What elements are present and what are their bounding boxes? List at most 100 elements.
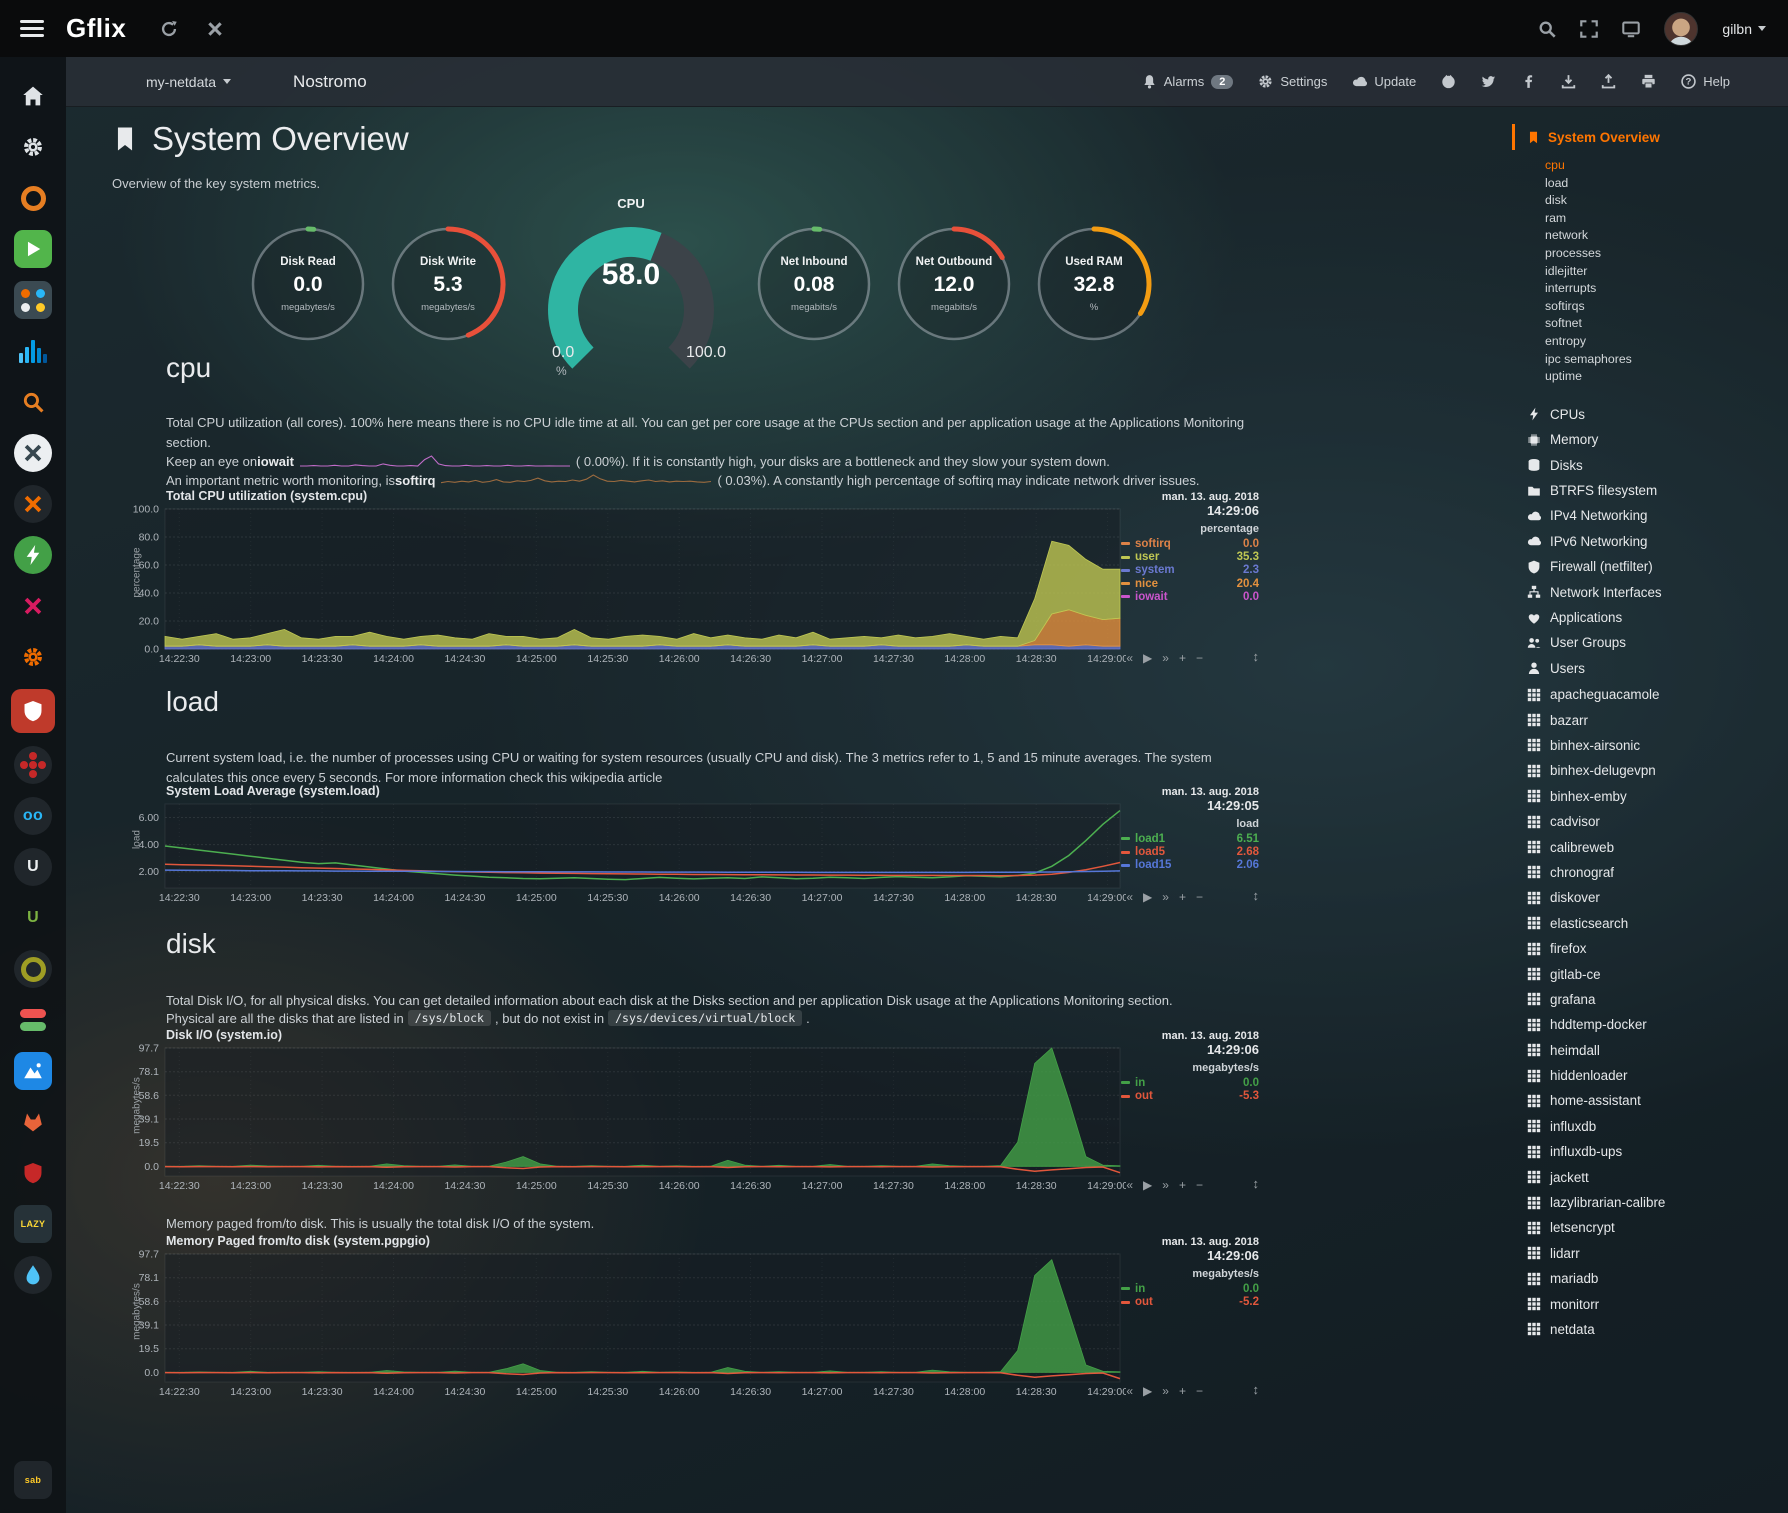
chart-skip-forward-button[interactable]: »: [1162, 651, 1169, 665]
menu-user-groups[interactable]: User Groups: [1512, 630, 1784, 655]
home-icon[interactable]: [14, 77, 52, 115]
menu-ipv4-networking[interactable]: IPv4 Networking: [1512, 503, 1784, 528]
app-icon-gitlab-fox[interactable]: [14, 1103, 52, 1141]
menu-lazylibrarian-calibre[interactable]: lazylibrarian-calibre: [1512, 1190, 1784, 1215]
menu-monitorr[interactable]: monitorr: [1512, 1291, 1784, 1316]
github-icon[interactable]: [1441, 74, 1456, 89]
chart-resize-handle[interactable]: ↕: [1253, 1176, 1260, 1191]
settings-gear-icon[interactable]: [14, 128, 52, 166]
chart-play-button[interactable]: ▶: [1143, 1178, 1152, 1192]
settings-button[interactable]: Settings: [1258, 74, 1327, 89]
menu-letsencrypt[interactable]: letsencrypt: [1512, 1215, 1784, 1240]
alarms-button[interactable]: Alarms 2: [1142, 74, 1234, 89]
menu-sub-uptime[interactable]: uptime: [1545, 368, 1784, 386]
menu-sub-load[interactable]: load: [1545, 175, 1784, 193]
menu-diskover[interactable]: diskover: [1512, 885, 1784, 910]
chart-skip-forward-button[interactable]: »: [1162, 890, 1169, 904]
menu-sub-entropy[interactable]: entropy: [1545, 333, 1784, 351]
app-icon-flower[interactable]: [14, 746, 52, 784]
menu-binhex-emby[interactable]: binhex-emby: [1512, 784, 1784, 809]
menu-grafana[interactable]: grafana: [1512, 987, 1784, 1012]
help-button[interactable]: Help: [1681, 74, 1730, 89]
menu-bazarr[interactable]: bazarr: [1512, 707, 1784, 732]
user-menu[interactable]: gilbn: [1722, 21, 1766, 37]
app-icon-ring-orange[interactable]: [14, 179, 52, 217]
chart-canvas[interactable]: 2.004.006.0014:22:3014:23:0014:23:3014:2…: [125, 800, 1126, 915]
chart-skip-back-button[interactable]: «: [1126, 1178, 1133, 1192]
legend-row-iowait[interactable]: iowait0.0: [1121, 591, 1259, 604]
menu-sub-softirqs[interactable]: softirqs: [1545, 298, 1784, 316]
menu-binhex-delugevpn[interactable]: binhex-delugevpn: [1512, 758, 1784, 783]
menu-disks[interactable]: Disks: [1512, 453, 1784, 478]
menu-apacheguacamole[interactable]: apacheguacamole: [1512, 682, 1784, 707]
menu-sub-processes[interactable]: processes: [1545, 245, 1784, 263]
app-icon-dark-x[interactable]: [14, 485, 52, 523]
chart-canvas[interactable]: 0.020.040.060.080.0100.014:22:3014:23:00…: [125, 505, 1126, 676]
menu-gitlab-ce[interactable]: gitlab-ce: [1512, 961, 1784, 986]
chart-zoom-out-button[interactable]: −: [1196, 1178, 1203, 1192]
chart-play-button[interactable]: ▶: [1143, 651, 1152, 665]
menu-sub-interrupts[interactable]: interrupts: [1545, 280, 1784, 298]
app-icon-mountain-blue[interactable]: [14, 1052, 52, 1090]
gauge-disk-read[interactable]: Disk Read0.0megabytes/s: [246, 222, 370, 372]
chart-resize-handle[interactable]: ↕: [1253, 888, 1260, 903]
facebook-icon[interactable]: [1521, 74, 1536, 89]
menu-sub-ram[interactable]: ram: [1545, 210, 1784, 228]
app-icon-search-orange[interactable]: [14, 383, 52, 421]
menu-cpus[interactable]: CPUs: [1512, 402, 1784, 427]
menu-netdata[interactable]: netdata: [1512, 1317, 1784, 1342]
legend-row-load15[interactable]: load152.06: [1121, 859, 1259, 872]
menu-hiddenloader[interactable]: hiddenloader: [1512, 1063, 1784, 1088]
print-icon[interactable]: [1641, 74, 1656, 89]
legend-row-nice[interactable]: nice20.4: [1121, 578, 1259, 591]
twitter-icon[interactable]: [1481, 74, 1496, 89]
menu-chronograf[interactable]: chronograf: [1512, 860, 1784, 885]
chart-skip-back-button[interactable]: «: [1126, 1384, 1133, 1398]
chart-play-button[interactable]: ▶: [1143, 890, 1152, 904]
chart-canvas[interactable]: 0.019.539.158.678.197.714:22:3014:23:001…: [125, 1250, 1126, 1409]
hostname[interactable]: Nostromo: [293, 72, 367, 92]
app-icon-gear-orange[interactable]: [14, 638, 52, 676]
app-icon-emby[interactable]: [14, 230, 52, 268]
chart-zoom-out-button[interactable]: −: [1196, 890, 1203, 904]
app-icon-equalizer[interactable]: [14, 332, 52, 370]
cast-icon[interactable]: [1622, 20, 1640, 38]
chart-zoom-out-button[interactable]: −: [1196, 651, 1203, 665]
menu-lidarr[interactable]: lidarr: [1512, 1241, 1784, 1266]
chart-skip-forward-button[interactable]: »: [1162, 1178, 1169, 1192]
legend-row-softirq[interactable]: softirq0.0: [1121, 538, 1259, 551]
menu-heimdall[interactable]: heimdall: [1512, 1037, 1784, 1062]
menu-firefox[interactable]: firefox: [1512, 936, 1784, 961]
legend-row-in[interactable]: in0.0: [1121, 1283, 1259, 1296]
menu-sub-cpu[interactable]: cpu: [1545, 157, 1784, 175]
gauge-disk-write[interactable]: Disk Write5.3megabytes/s: [386, 222, 510, 372]
menu-sub-idlejitter[interactable]: idlejitter: [1545, 263, 1784, 281]
app-icon-oo[interactable]: oo: [14, 797, 52, 835]
gauge-net-outbound[interactable]: Net Outbound12.0megabits/s: [892, 222, 1016, 372]
menu-binhex-airsonic[interactable]: binhex-airsonic: [1512, 733, 1784, 758]
menu-users[interactable]: Users: [1512, 656, 1784, 681]
app-icon-light-x[interactable]: [14, 434, 52, 472]
legend-row-out[interactable]: out-5.2: [1121, 1296, 1259, 1309]
menu-cadvisor[interactable]: cadvisor: [1512, 809, 1784, 834]
export-icon[interactable]: [1601, 74, 1616, 89]
app-icon-shield-red[interactable]: [14, 1154, 52, 1192]
chart-canvas[interactable]: 0.019.539.158.678.197.714:22:3014:23:001…: [125, 1044, 1126, 1203]
menu-memory[interactable]: Memory: [1512, 427, 1784, 452]
chart-zoom-in-button[interactable]: +: [1179, 1178, 1186, 1192]
chart-zoom-in-button[interactable]: +: [1179, 890, 1186, 904]
fullscreen-icon[interactable]: [1580, 20, 1598, 38]
chart-play-button[interactable]: ▶: [1143, 1384, 1152, 1398]
hamburger-menu-icon[interactable]: [20, 20, 44, 37]
legend-row-out[interactable]: out-5.3: [1121, 1090, 1259, 1103]
menu-btrfs-filesystem[interactable]: BTRFS filesystem: [1512, 478, 1784, 503]
legend-row-load1[interactable]: load16.51: [1121, 833, 1259, 846]
chart-resize-handle[interactable]: ↕: [1253, 649, 1260, 664]
menu-applications[interactable]: Applications: [1512, 605, 1784, 630]
app-icon-u-white[interactable]: U: [14, 848, 52, 886]
menu-home-assistant[interactable]: home-assistant: [1512, 1088, 1784, 1113]
chart-toolbar[interactable]: «▶»+−: [1126, 651, 1203, 665]
app-icon-drop[interactable]: [14, 1256, 52, 1294]
menu-network-interfaces[interactable]: Network Interfaces: [1512, 579, 1784, 604]
refresh-icon[interactable]: [160, 20, 178, 38]
